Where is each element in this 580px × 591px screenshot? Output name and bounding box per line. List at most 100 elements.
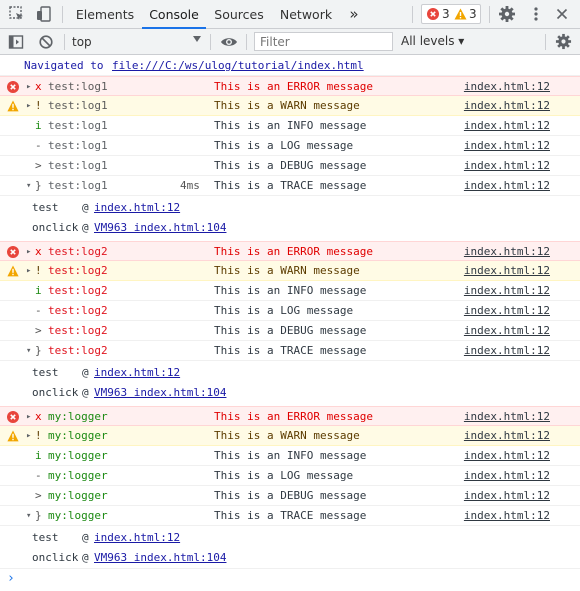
logger-name: test:log1 bbox=[48, 179, 108, 192]
console-message-warn[interactable]: ! ▸ test:log2 This is a WARN message index.h… bbox=[0, 261, 580, 281]
logger-name: my:logger bbox=[48, 489, 108, 502]
console-toolbar: top All levels ▾ bbox=[0, 29, 580, 55]
logger-name: my:logger bbox=[48, 410, 108, 423]
expand-triangle-right-icon[interactable]: ▸ bbox=[26, 96, 31, 116]
clear-console-icon[interactable] bbox=[38, 34, 54, 50]
console-message-debug[interactable]: > test:log2 This is a DEBUG message index.h… bbox=[0, 321, 580, 341]
source-link[interactable]: index.html:12 bbox=[464, 486, 550, 506]
source-link[interactable]: index.html:12 bbox=[464, 261, 550, 281]
console-settings-gear-icon[interactable] bbox=[555, 33, 572, 50]
message-text: This is a LOG message bbox=[214, 139, 354, 152]
message-text: This is an ERROR message bbox=[214, 410, 373, 423]
console-message-log[interactable]: - my:logger This is a LOG message index.htm… bbox=[0, 466, 580, 486]
expand-triangle-down-icon[interactable]: ▾ bbox=[26, 176, 31, 196]
stack-function-name: test bbox=[32, 201, 59, 214]
stack-source-link[interactable]: VM963 index.html:104 bbox=[94, 383, 226, 402]
console-message-warn[interactable]: ! ▸ test:log1 This is a WARN message index.h… bbox=[0, 96, 580, 116]
source-link[interactable]: index.html:12 bbox=[464, 407, 550, 427]
source-link[interactable]: index.html:12 bbox=[464, 301, 550, 321]
show-sidebar-icon[interactable] bbox=[8, 34, 24, 50]
console-message-log[interactable]: - test:log2 This is a LOG message index.htm… bbox=[0, 301, 580, 321]
source-link[interactable]: index.html:12 bbox=[464, 321, 550, 341]
more-tabs-button[interactable]: » bbox=[342, 0, 366, 28]
source-link[interactable]: index.html:12 bbox=[464, 466, 550, 486]
error-icon bbox=[7, 246, 19, 258]
source-link[interactable]: index.html:12 bbox=[464, 506, 550, 526]
warning-icon bbox=[454, 8, 467, 20]
expand-triangle-right-icon[interactable]: ▸ bbox=[26, 407, 31, 427]
source-link[interactable]: index.html:12 bbox=[464, 341, 550, 361]
expand-triangle-right-icon[interactable]: ▸ bbox=[26, 261, 31, 281]
filter-input[interactable] bbox=[254, 32, 393, 51]
expand-triangle-right-icon[interactable]: ▸ bbox=[26, 426, 31, 446]
error-icon bbox=[7, 81, 19, 93]
source-link[interactable]: index.html:12 bbox=[464, 96, 550, 116]
console-message-error[interactable]: x ▸ test:log1 This is an ERROR message index… bbox=[0, 76, 580, 96]
console-message-info[interactable]: i test:log1 This is an INFO message index.h… bbox=[0, 116, 580, 136]
logger-name: test:log2 bbox=[48, 245, 108, 258]
logger-name: my:logger bbox=[48, 449, 108, 462]
source-link[interactable]: index.html:12 bbox=[464, 136, 550, 156]
source-link[interactable]: index.html:12 bbox=[464, 156, 550, 176]
stack-function-name: test bbox=[32, 366, 59, 379]
console-message-debug[interactable]: > my:logger This is a DEBUG message index.h… bbox=[0, 486, 580, 506]
message-text: This is a LOG message bbox=[214, 469, 354, 482]
message-prefix: x bbox=[35, 80, 42, 93]
source-link[interactable]: index.html:12 bbox=[464, 281, 550, 301]
logger-name: test:log1 bbox=[48, 159, 108, 172]
tab-network[interactable]: Network bbox=[274, 0, 338, 28]
message-prefix: i bbox=[35, 449, 42, 462]
console-message-trace[interactable]: } ▾ test:log2 This is a TRACE message index.… bbox=[0, 341, 580, 361]
stack-source-link[interactable]: VM963 index.html:104 bbox=[94, 548, 226, 567]
message-prefix: > bbox=[35, 489, 42, 502]
warning-icon bbox=[7, 265, 19, 277]
console-message-error[interactable]: x ▸ my:logger This is an ERROR message index… bbox=[0, 406, 580, 426]
trace-duration: 4ms bbox=[180, 179, 200, 192]
console-message-trace[interactable]: } ▾ test:log1 4ms This is a TRACE message ind… bbox=[0, 176, 580, 196]
tab-console[interactable]: Console bbox=[142, 0, 206, 29]
log-levels-dropdown[interactable]: All levels ▾ bbox=[401, 34, 464, 48]
live-expression-eye-icon[interactable] bbox=[220, 34, 238, 50]
logger-name: test:log1 bbox=[48, 119, 108, 132]
issue-counters[interactable]: 3 3 bbox=[421, 4, 481, 24]
stack-source-link[interactable]: index.html:12 bbox=[94, 198, 180, 217]
context-selector[interactable]: top bbox=[72, 35, 92, 49]
expand-triangle-down-icon[interactable]: ▾ bbox=[26, 341, 31, 361]
chevron-down-icon[interactable] bbox=[193, 36, 201, 42]
source-link[interactable]: index.html:12 bbox=[464, 176, 550, 196]
message-text: This is a WARN message bbox=[214, 264, 360, 277]
expand-triangle-right-icon[interactable]: ▸ bbox=[26, 242, 31, 262]
console-messages: Navigated to file:///C:/ws/ulog/tutorial… bbox=[0, 56, 580, 591]
stack-source-link[interactable]: index.html:12 bbox=[94, 528, 180, 547]
console-message-info[interactable]: i my:logger This is an INFO message index.h… bbox=[0, 446, 580, 466]
logger-name: test:log2 bbox=[48, 324, 108, 337]
source-link[interactable]: index.html:12 bbox=[464, 242, 550, 262]
stack-at-sign: @ bbox=[82, 386, 89, 399]
message-text: This is a TRACE message bbox=[214, 509, 367, 522]
source-link[interactable]: index.html:12 bbox=[464, 426, 550, 446]
navigation-url-link[interactable]: file:///C:/ws/ulog/tutorial/index.html bbox=[112, 56, 364, 76]
source-link[interactable]: index.html:12 bbox=[464, 446, 550, 466]
inspect-element-icon[interactable] bbox=[8, 5, 26, 23]
expand-triangle-right-icon[interactable]: ▸ bbox=[26, 77, 31, 97]
console-message-warn[interactable]: ! ▸ my:logger This is a WARN message index.h… bbox=[0, 426, 580, 446]
stack-source-link[interactable]: index.html:12 bbox=[94, 363, 180, 382]
console-message-debug[interactable]: > test:log1 This is a DEBUG message index.h… bbox=[0, 156, 580, 176]
tab-elements[interactable]: Elements bbox=[70, 0, 140, 28]
logger-name: test:log1 bbox=[48, 80, 108, 93]
tab-sources[interactable]: Sources bbox=[208, 0, 270, 28]
console-prompt[interactable]: › bbox=[0, 568, 580, 590]
device-toolbar-icon[interactable] bbox=[35, 5, 53, 23]
console-message-log[interactable]: - test:log1 This is a LOG message index.htm… bbox=[0, 136, 580, 156]
more-options-icon[interactable] bbox=[527, 5, 545, 23]
console-message-info[interactable]: i test:log2 This is an INFO message index.h… bbox=[0, 281, 580, 301]
stack-source-link[interactable]: VM963 index.html:104 bbox=[94, 218, 226, 237]
source-link[interactable]: index.html:12 bbox=[464, 77, 550, 97]
console-message-trace[interactable]: } ▾ my:logger This is a TRACE message index.… bbox=[0, 506, 580, 526]
expand-triangle-down-icon[interactable]: ▾ bbox=[26, 506, 31, 526]
settings-gear-icon[interactable] bbox=[498, 5, 516, 23]
logger-name: test:log1 bbox=[48, 139, 108, 152]
source-link[interactable]: index.html:12 bbox=[464, 116, 550, 136]
console-message-error[interactable]: x ▸ test:log2 This is an ERROR message index… bbox=[0, 241, 580, 261]
close-icon[interactable] bbox=[553, 5, 571, 23]
